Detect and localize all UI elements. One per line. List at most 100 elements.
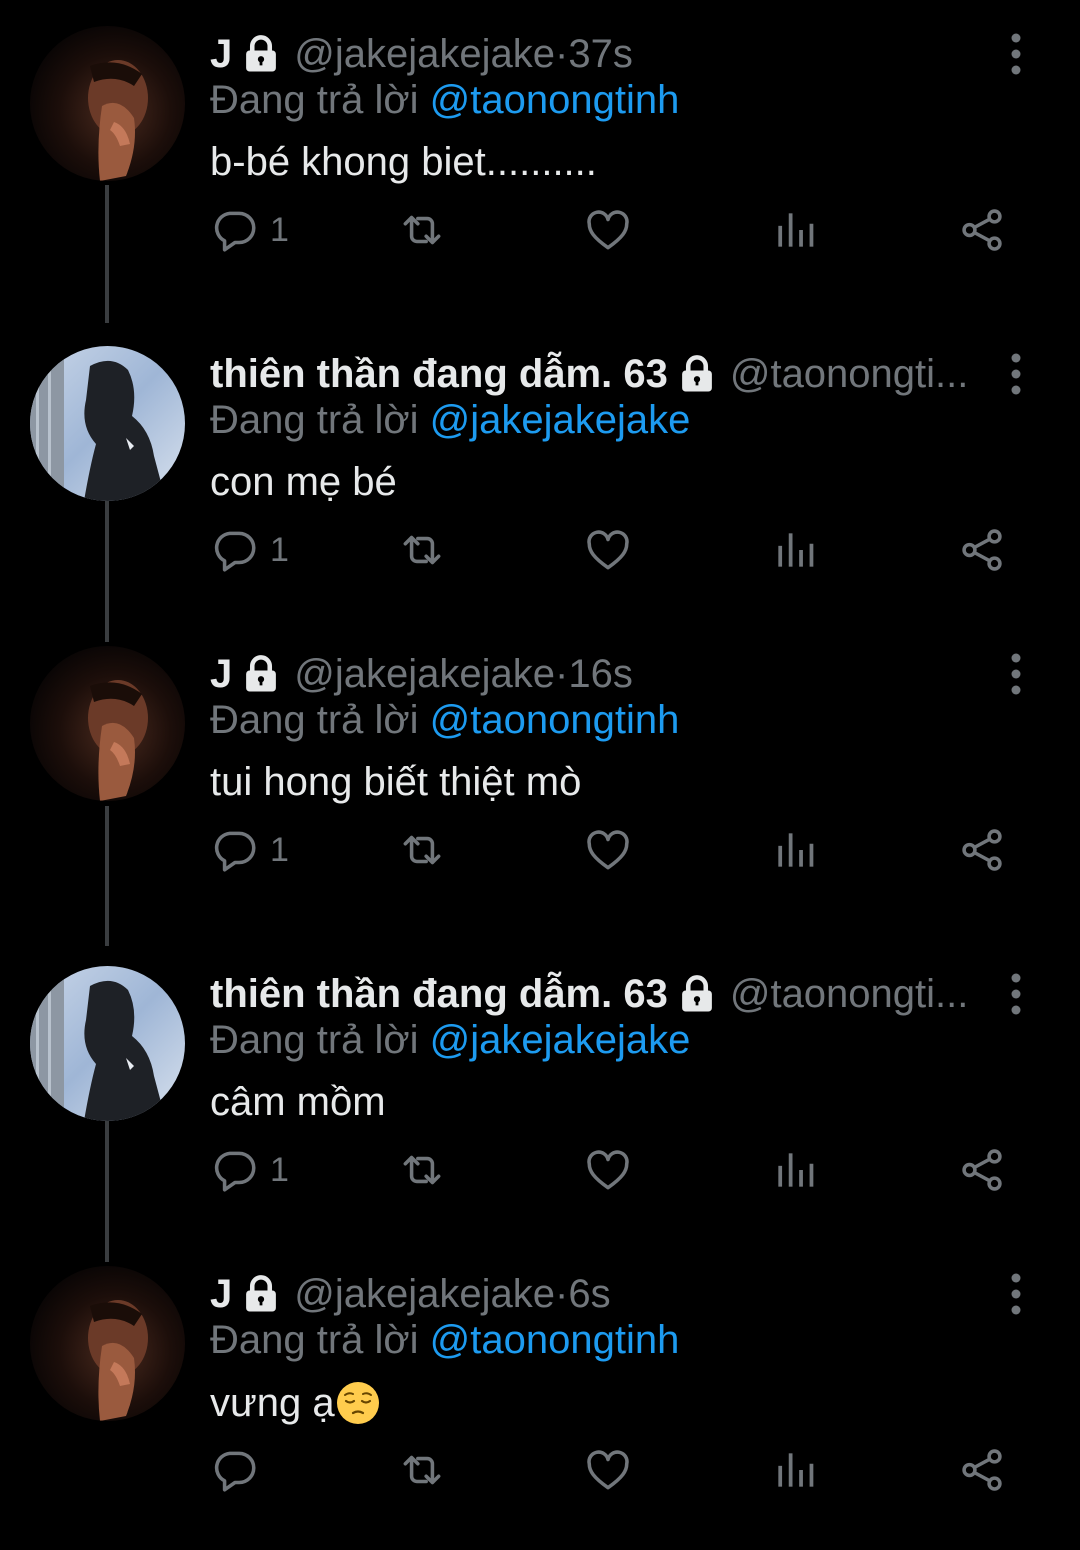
- display-name[interactable]: J: [210, 32, 232, 77]
- analytics-bars-icon: [770, 205, 820, 255]
- reply-button[interactable]: 1: [210, 1140, 289, 1200]
- username-handle[interactable]: @taonongti...: [730, 972, 969, 1017]
- tweet-text-line: vưng ạ: [210, 1380, 381, 1426]
- share-button[interactable]: [957, 1140, 1007, 1200]
- avatar[interactable]: [30, 26, 185, 181]
- views-button[interactable]: [770, 1140, 820, 1200]
- like-button[interactable]: [583, 520, 633, 580]
- display-name[interactable]: thiên thần đang dẫm. 63: [210, 352, 668, 397]
- reply-count: 1: [270, 210, 289, 249]
- reply-button[interactable]: 1: [210, 200, 289, 260]
- tweet-reply[interactable]: J @jakejakejake · 16s Đang trả lời @taon…: [0, 620, 1080, 930]
- username-handle[interactable]: @taonongti...: [730, 352, 969, 397]
- display-name[interactable]: J: [210, 652, 232, 697]
- like-button[interactable]: [583, 820, 633, 880]
- more-vertical-icon[interactable]: [994, 28, 1038, 80]
- tweet-reply[interactable]: J @jakejakejake · 6s Đang trả lời @taono…: [0, 1240, 1080, 1550]
- retweet-button[interactable]: [397, 1140, 447, 1200]
- share-button[interactable]: [957, 200, 1007, 260]
- tweet-actions: 1: [0, 820, 1080, 880]
- reply-button[interactable]: 1: [210, 820, 289, 880]
- time-separator: ·: [555, 31, 569, 76]
- share-icon: [957, 1445, 1007, 1495]
- username-handle[interactable]: @jakejakejake: [294, 32, 555, 77]
- replying-to-mention[interactable]: @taonongtinh: [430, 698, 680, 742]
- username-handle[interactable]: @jakejakejake: [294, 1272, 555, 1317]
- retweet-icon: [397, 825, 447, 875]
- display-name[interactable]: thiên thần đang dẫm. 63: [210, 972, 668, 1017]
- heart-icon: [583, 1445, 633, 1495]
- replying-to-label: Đang trả lời: [210, 698, 430, 742]
- timestamp[interactable]: 6s: [568, 1272, 610, 1317]
- analytics-bars-icon: [770, 825, 820, 875]
- reply-count: 1: [270, 530, 289, 569]
- tweet-text-line: b-bé khong biet..........: [210, 140, 597, 185]
- retweet-button[interactable]: [397, 200, 447, 260]
- views-button[interactable]: [770, 200, 820, 260]
- like-button[interactable]: [583, 1140, 633, 1200]
- analytics-bars-icon: [770, 1445, 820, 1495]
- tweet-text: con mẹ bé: [210, 460, 397, 504]
- like-button[interactable]: [583, 1440, 633, 1500]
- share-button[interactable]: [957, 1440, 1007, 1500]
- reply-count: 1: [270, 830, 289, 869]
- like-button[interactable]: [583, 200, 633, 260]
- reply-button[interactable]: 1: [210, 520, 289, 580]
- reply-bubble-icon: [210, 525, 260, 575]
- heart-icon: [583, 205, 633, 255]
- views-button[interactable]: [770, 1440, 820, 1500]
- retweet-icon: [397, 1145, 447, 1195]
- lock-icon: [676, 973, 718, 1015]
- share-icon: [957, 1145, 1007, 1195]
- timestamp[interactable]: 37s: [568, 32, 633, 77]
- username-handle[interactable]: @jakejakejake: [294, 652, 555, 697]
- reply-button[interactable]: [210, 1440, 270, 1500]
- share-icon: [957, 205, 1007, 255]
- tweet-reply[interactable]: J @jakejakejake · 37s Đang trả lời @taon…: [0, 0, 1080, 310]
- views-button[interactable]: [770, 520, 820, 580]
- more-vertical-icon[interactable]: [994, 348, 1038, 400]
- tweet-text-line: câm mồm: [210, 1080, 386, 1125]
- tweet-actions: 1: [0, 200, 1080, 260]
- replying-to-mention[interactable]: @jakejakejake: [430, 398, 691, 442]
- views-button[interactable]: [770, 820, 820, 880]
- time-separator: ·: [555, 651, 569, 696]
- reply-bubble-icon: [210, 825, 260, 875]
- avatar[interactable]: [30, 346, 185, 501]
- share-button[interactable]: [957, 820, 1007, 880]
- tweet-actions: [0, 1440, 1080, 1500]
- lock-icon: [240, 1273, 282, 1315]
- lock-icon: [676, 353, 718, 395]
- timestamp[interactable]: 16s: [568, 652, 633, 697]
- replying-to-line: Đang trả lời @taonongtinh: [210, 78, 679, 123]
- avatar[interactable]: [30, 966, 185, 1121]
- tweet-text-line: con mẹ bé: [210, 460, 397, 505]
- replying-to-mention[interactable]: @jakejakejake: [430, 1018, 691, 1062]
- tweet-reply[interactable]: thiên thần đang dẫm. 63 @taonongti... Đa…: [0, 940, 1080, 1250]
- avatar[interactable]: [30, 646, 185, 801]
- more-vertical-icon[interactable]: [994, 968, 1038, 1020]
- replying-to-mention[interactable]: @taonongtinh: [430, 1318, 680, 1362]
- tweet-reply[interactable]: thiên thần đang dẫm. 63 @taonongti... Đa…: [0, 320, 1080, 630]
- avatar[interactable]: [30, 1266, 185, 1421]
- analytics-bars-icon: [770, 1145, 820, 1195]
- tweet-header: thiên thần đang dẫm. 63 @taonongti...: [210, 966, 968, 1022]
- replying-to-line: Đang trả lời @taonongtinh: [210, 1318, 679, 1363]
- more-vertical-icon[interactable]: [994, 1268, 1038, 1320]
- replying-to-line: Đang trả lời @jakejakejake: [210, 398, 690, 443]
- tweet-text-line: tui hong biết thiệt mò: [210, 760, 581, 805]
- reply-bubble-icon: [210, 205, 260, 255]
- retweet-button[interactable]: [397, 520, 447, 580]
- tweet-header: J @jakejakejake · 6s: [210, 1266, 611, 1322]
- more-vertical-icon[interactable]: [994, 648, 1038, 700]
- share-icon: [957, 825, 1007, 875]
- share-button[interactable]: [957, 520, 1007, 580]
- reply-bubble-icon: [210, 1145, 260, 1195]
- replying-to-label: Đang trả lời: [210, 398, 430, 442]
- replying-to-mention[interactable]: @taonongtinh: [430, 78, 680, 122]
- retweet-icon: [397, 1445, 447, 1495]
- display-name[interactable]: J: [210, 1272, 232, 1317]
- retweet-button[interactable]: [397, 1440, 447, 1500]
- retweet-button[interactable]: [397, 820, 447, 880]
- analytics-bars-icon: [770, 525, 820, 575]
